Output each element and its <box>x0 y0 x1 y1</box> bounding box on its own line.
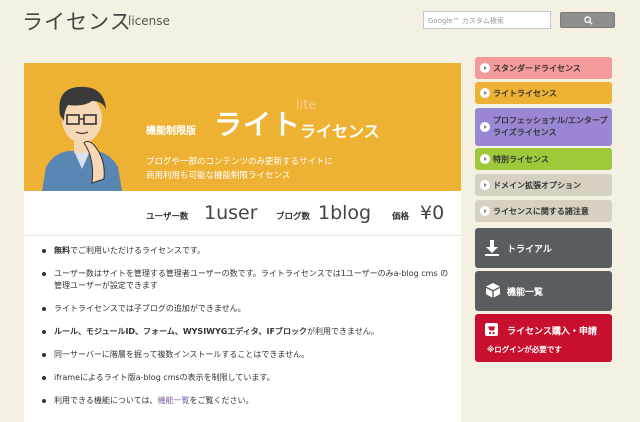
trial-button-label: トライアル <box>507 245 552 255</box>
note-free-bold: 無料 <box>54 246 70 255</box>
sidebar-item-lite[interactable]: ライトライセンス <box>475 82 612 104</box>
list-item: iframeによるライト版a-blog cmsの表示を制限しています。 <box>42 372 452 384</box>
purchase-button[interactable]: ライセンス購入・申請 ※ログインが必要です <box>475 314 612 362</box>
sidebar-item-notes[interactable]: ライセンスに関する諸注意 <box>475 200 612 222</box>
search-input[interactable]: Google™ カスタム検索 <box>423 11 551 29</box>
sidebar-item-special[interactable]: 特別ライセンス <box>475 148 612 170</box>
license-notes: 無料でご利用いただけるライセンスです。 ユーザー数はサイトを管理する管理者ユーザ… <box>42 245 452 418</box>
sidebar-item-professional[interactable]: プロフェッショナル/エンタープライズライセンス <box>475 108 612 146</box>
note-features-pre: 利用できる機能については、 <box>54 396 158 405</box>
price-value: ¥0 <box>420 202 445 224</box>
list-item: ユーザー数はサイトを管理する管理者ユーザーの数です。ライトライセンスでは1ユーザ… <box>42 268 452 292</box>
note-restricted-text: が利用できません。 <box>307 327 379 336</box>
sidebar-item-label: プロフェッショナル/エンタープライズライセンス <box>493 116 608 137</box>
cart-icon <box>485 323 498 336</box>
features-button[interactable]: 機能一覧 <box>475 271 612 311</box>
chevron-right-icon <box>480 63 490 73</box>
note-child-blog-text: ライトライセンスでは子ブログの追加ができません。 <box>54 304 246 313</box>
note-users-text: ユーザー数はサイトを管理する管理者ユーザーの数です。ライトライセンスでは1ユーザ… <box>54 269 449 290</box>
purchase-button-label: ライセンス購入・申請 <box>507 327 597 337</box>
price-label: 価格 <box>392 212 410 222</box>
chevron-right-icon <box>480 122 490 132</box>
list-item: 同一サーバーに階層を掘って複数インストールすることはできません。 <box>42 349 452 361</box>
license-description-line2: 商用利用も可能な機能制限ライセンス <box>146 171 291 181</box>
chevron-right-icon <box>480 88 490 98</box>
box-icon <box>486 283 500 298</box>
sidebar-item-label: 特別ライセンス <box>493 154 549 164</box>
search-button[interactable] <box>560 12 615 28</box>
trial-button[interactable]: トライアル <box>475 228 612 268</box>
sidebar-item-label: ドメイン拡張オプション <box>493 180 581 190</box>
chevron-right-icon <box>480 154 490 164</box>
features-button-label: 機能一覧 <box>507 288 544 298</box>
sidebar-item-label: ライセンスに関する諸注意 <box>493 206 589 216</box>
list-item: ルール、モジュールID、フォーム、WYSIWYGエディタ、IFブロックが利用でき… <box>42 326 452 338</box>
sidebar-item-label: スタンダードライセンス <box>493 63 581 73</box>
page-subtitle: license <box>128 14 170 28</box>
note-features-post: をご覧ください。 <box>189 396 254 405</box>
blogs-label: ブログ数 <box>276 212 311 222</box>
list-item: 利用できる機能については、機能一覧をご覧ください。 <box>42 395 452 407</box>
sidebar-item-domain-option[interactable]: ドメイン拡張オプション <box>475 174 612 196</box>
license-name-suffix: ライセンス <box>300 122 380 141</box>
license-name-main: ライト <box>214 108 302 141</box>
search-icon <box>584 16 593 25</box>
chevron-right-icon <box>480 180 490 190</box>
thinking-person-illustration <box>42 86 122 191</box>
list-item: ライトライセンスでは子ブログの追加ができません。 <box>42 303 452 315</box>
page-title: ライセンス <box>22 10 132 34</box>
page-header: ライセンス license Google™ カスタム検索 <box>0 0 640 50</box>
note-install-text: 同一サーバーに階層を掘って複数インストールすることはできません。 <box>54 350 310 359</box>
note-restricted-bold: ルール、モジュールID、フォーム、WYSIWYGエディタ、IFブロック <box>54 327 307 336</box>
license-card: 機能制限版 lite ライト ライセンス ブログや一部のコンテンツのみ更新するサ… <box>24 63 461 422</box>
sidebar-item-label: ライトライセンス <box>493 88 557 98</box>
license-description: ブログや一部のコンテンツのみ更新するサイトに 商用利用も可能な機能制限ライセンス <box>146 155 386 183</box>
note-free-text: でご利用いただけるライセンスです。 <box>70 246 206 255</box>
login-required-note: ※ログインが必要です <box>487 345 562 354</box>
blogs-value: 1blog <box>318 202 372 224</box>
license-banner: 機能制限版 lite ライト ライセンス ブログや一部のコンテンツのみ更新するサ… <box>24 63 461 191</box>
note-iframe-text: iframeによるライト版a-blog cmsの表示を制限しています。 <box>54 373 275 382</box>
download-icon <box>485 240 499 256</box>
users-label: ユーザー数 <box>146 212 189 222</box>
feature-limited-label: 機能制限版 <box>146 126 196 137</box>
license-stats: ユーザー数 1user ブログ数 1blog 価格 ¥0 <box>24 191 461 236</box>
users-value: 1user <box>204 202 258 224</box>
features-list-link[interactable]: 機能一覧 <box>157 396 189 405</box>
list-item: 無料でご利用いただけるライセンスです。 <box>42 245 452 257</box>
license-description-line1: ブログや一部のコンテンツのみ更新するサイトに <box>146 157 334 167</box>
sidebar-item-standard[interactable]: スタンダードライセンス <box>475 57 612 79</box>
chevron-right-icon <box>480 206 490 216</box>
